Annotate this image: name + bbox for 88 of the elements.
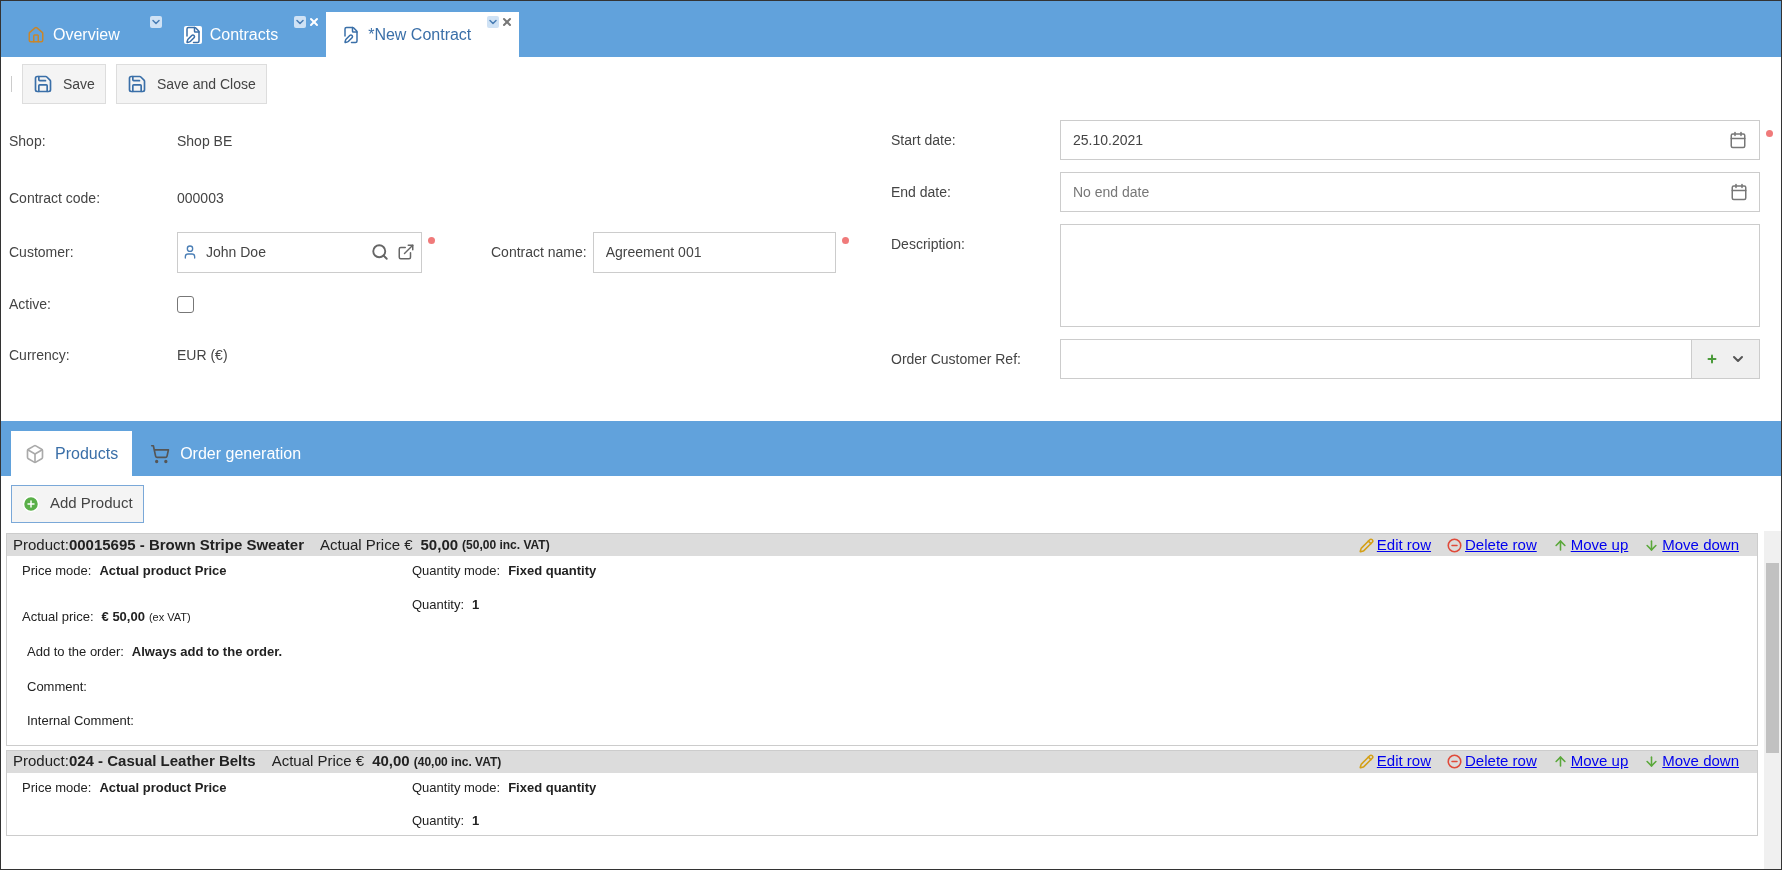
person-icon xyxy=(182,244,198,260)
field-label: Currency: xyxy=(9,345,71,365)
dropdown-icon[interactable] xyxy=(487,16,500,28)
field-label: Contract code: xyxy=(9,188,102,208)
dropdown-icon[interactable] xyxy=(149,16,162,28)
detail-label: Price mode: xyxy=(22,778,92,797)
row-action-link[interactable]: Move up xyxy=(1552,533,1629,557)
detail-label: Quantity mode: xyxy=(412,562,501,580)
detail-value: Fixed quantity xyxy=(508,562,597,580)
order-ref-combobox[interactable] xyxy=(1060,339,1760,379)
plus-icon xyxy=(1705,353,1718,365)
field-label: Shop: xyxy=(9,131,47,151)
box-icon xyxy=(25,443,45,464)
house-icon xyxy=(27,25,45,44)
field-label: Contract name: xyxy=(491,242,587,262)
detail-label: Actual price: xyxy=(22,607,94,626)
field-label: End date: xyxy=(891,182,952,202)
field-value: 000003 xyxy=(177,188,224,208)
scrollbar[interactable] xyxy=(1764,531,1781,869)
detail-label: Internal Comment: xyxy=(27,712,134,730)
row-action-link[interactable]: Move down xyxy=(1644,533,1739,557)
detail-value: Actual product Price xyxy=(99,778,227,797)
field-label: Order Customer Ref: xyxy=(891,349,1022,369)
detail-label: Comment: xyxy=(27,677,87,696)
detail-value: 1 xyxy=(472,595,480,614)
product-name: 00015695 - Brown Stripe Sweater xyxy=(68,534,304,555)
end-date-field[interactable]: No end date xyxy=(1060,172,1760,212)
save-button[interactable]: Save xyxy=(22,64,106,104)
description-textarea[interactable] xyxy=(1060,224,1760,327)
minus-circle-icon xyxy=(1447,754,1463,769)
field-value: Shop BE xyxy=(177,131,233,151)
cart-icon xyxy=(150,443,171,464)
add-product-button[interactable]: Add Product xyxy=(11,484,144,523)
field-value: EUR (€) xyxy=(177,345,228,365)
row-action-link[interactable]: Move down xyxy=(1644,750,1739,773)
product-prefix: Product: xyxy=(13,534,69,555)
detail-value: € 50,00 xyxy=(101,607,145,626)
row-action-link[interactable]: Delete row xyxy=(1447,533,1537,557)
customer-lookup-field[interactable]: John Doe xyxy=(177,231,422,273)
field-label: Customer: xyxy=(9,242,75,262)
active-checkbox[interactable] xyxy=(177,295,194,313)
document-edit-icon xyxy=(183,25,202,44)
detail-value: Fixed quantity xyxy=(508,778,597,797)
calendar-icon[interactable] xyxy=(1730,183,1748,201)
add-dropdown-button[interactable] xyxy=(1691,340,1759,378)
price-value: 40,00 xyxy=(372,751,410,772)
row-action-link[interactable]: Delete row xyxy=(1447,750,1537,773)
price-incl-vat: (40,00 inc. VAT) xyxy=(413,753,502,771)
price-label: Actual Price € xyxy=(320,534,413,555)
detail-note: (ex VAT) xyxy=(148,609,191,625)
external-link-icon[interactable] xyxy=(397,243,415,261)
calendar-icon[interactable] xyxy=(1729,131,1747,149)
detail-label: Price mode: xyxy=(22,562,92,580)
row-action-link[interactable]: Edit row xyxy=(1358,533,1432,557)
pencil-icon xyxy=(1358,754,1374,769)
row-action-link[interactable]: Edit row xyxy=(1358,750,1432,773)
pencil-icon xyxy=(1358,537,1374,553)
detail-label: Quantity: xyxy=(412,812,465,830)
detail-value: Always add to the order. xyxy=(131,643,283,661)
product-prefix: Product: xyxy=(13,751,69,772)
document-tab[interactable]: *New Contract xyxy=(326,12,520,57)
detail-value: 1 xyxy=(472,812,480,830)
arrow-down-icon xyxy=(1644,754,1660,769)
scrollbar-thumb[interactable] xyxy=(1766,563,1779,753)
contract-name-input[interactable]: Agreement 001 xyxy=(592,231,836,273)
price-label: Actual Price € xyxy=(271,751,365,772)
detail-label: Quantity mode: xyxy=(412,778,501,797)
product-name: 024 - Casual Leather Belts xyxy=(68,751,256,772)
row-action-link[interactable]: Move up xyxy=(1552,750,1629,773)
detail-label: Add to the order: xyxy=(27,643,124,661)
minus-circle-icon xyxy=(1447,537,1463,553)
field-label: Active: xyxy=(9,294,52,314)
document-edit-icon xyxy=(342,25,361,44)
save-button[interactable]: Save and Close xyxy=(115,64,267,104)
detail-label: Quantity: xyxy=(412,595,465,614)
price-incl-vat: (50,00 inc. VAT) xyxy=(462,537,550,554)
field-label: Start date: xyxy=(891,130,957,150)
close-icon[interactable] xyxy=(308,16,321,28)
arrow-down-icon xyxy=(1644,537,1660,553)
price-value: 50,00 xyxy=(420,534,459,555)
close-icon[interactable] xyxy=(501,16,514,28)
dropdown-icon[interactable] xyxy=(294,16,307,28)
section-tab[interactable]: Products xyxy=(11,431,133,476)
start-date-field[interactable]: 25.10.2021 xyxy=(1060,120,1760,160)
plus-circle-icon xyxy=(22,494,40,513)
search-icon[interactable] xyxy=(371,243,389,261)
field-label: Description: xyxy=(891,235,966,254)
detail-value: Actual product Price xyxy=(99,562,227,580)
